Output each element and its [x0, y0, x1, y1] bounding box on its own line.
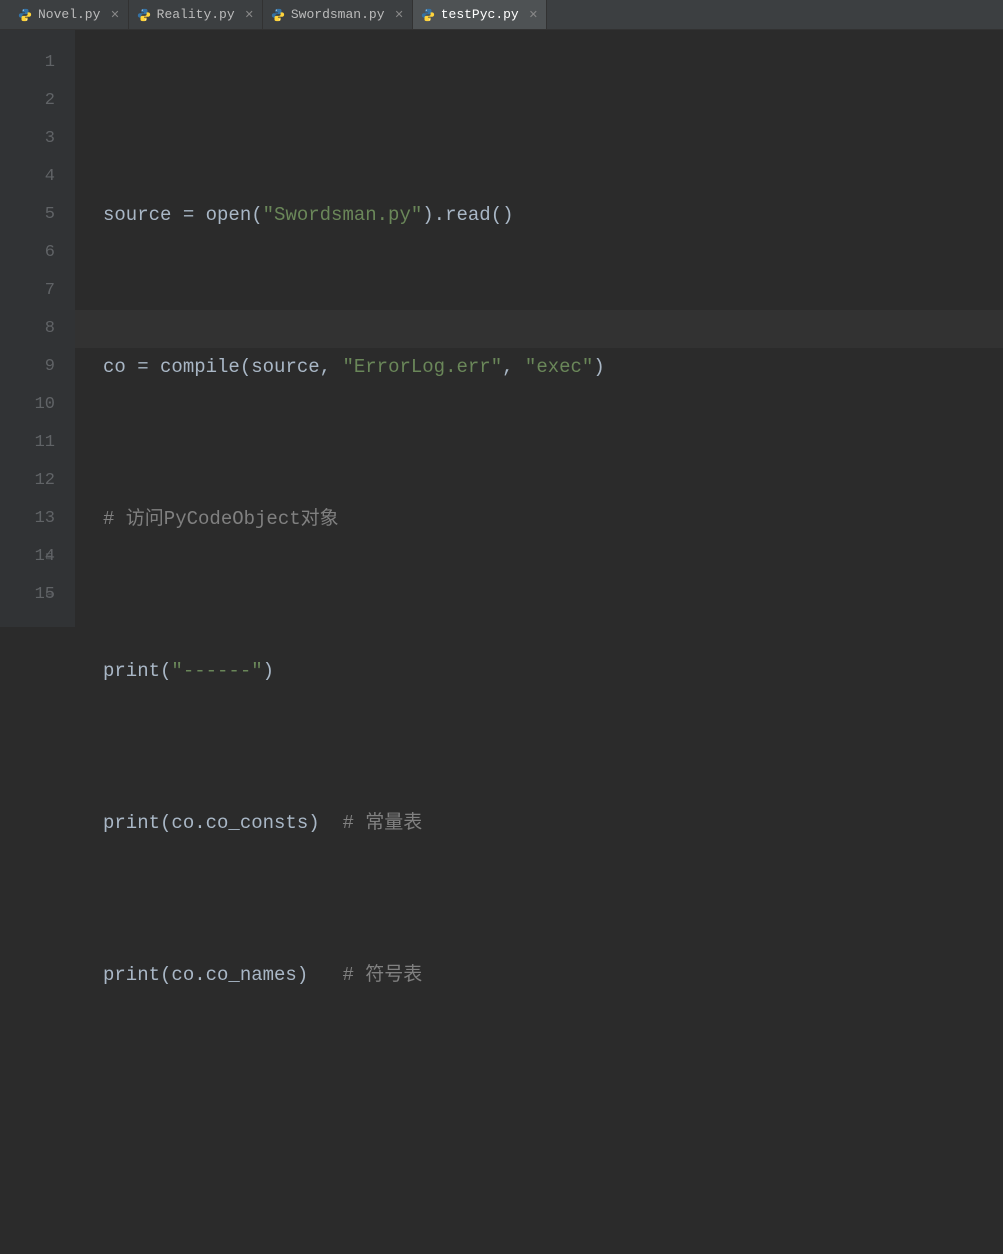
- tab-reality[interactable]: Reality.py ✕: [129, 0, 263, 29]
- line-number: 11: [0, 424, 55, 462]
- code-text: ): [593, 348, 604, 386]
- line-number: 7: [0, 272, 55, 310]
- code-text: "exec": [525, 348, 593, 386]
- python-file-icon: [421, 8, 435, 22]
- code-comment: # 访问PyCodeObject对象: [103, 500, 339, 538]
- code-text: print: [103, 652, 160, 690]
- code-editor[interactable]: source = open("Swordsman.py").read() co …: [75, 30, 1003, 627]
- tab-label: Reality.py: [157, 7, 235, 22]
- fold-icon[interactable]: ⊟: [45, 538, 53, 576]
- line-number: 2: [0, 82, 55, 120]
- python-file-icon: [271, 8, 285, 22]
- line-number: 13: [0, 500, 55, 538]
- line-number: 3: [0, 120, 55, 158]
- code-text: (: [251, 196, 262, 234]
- line-number: 15⊟: [0, 576, 55, 614]
- tab-label: Swordsman.py: [291, 7, 385, 22]
- line-number: 9: [0, 348, 55, 386]
- code-text: print: [103, 956, 160, 994]
- close-icon[interactable]: ✕: [529, 8, 538, 22]
- line-number: 12: [0, 462, 55, 500]
- code-text: co =: [103, 348, 160, 386]
- line-number: 5: [0, 196, 55, 234]
- code-text: open: [206, 196, 252, 234]
- close-icon[interactable]: ✕: [110, 8, 119, 22]
- python-file-icon: [137, 8, 151, 22]
- tab-swordsman[interactable]: Swordsman.py ✕: [263, 0, 413, 29]
- close-icon[interactable]: ✕: [245, 8, 254, 22]
- python-file-icon: [18, 8, 32, 22]
- code-text: (source,: [240, 348, 343, 386]
- code-text: (co.co_names): [160, 956, 342, 994]
- tab-label: Novel.py: [38, 7, 100, 22]
- line-number: 6: [0, 234, 55, 272]
- code-text: (co.co_consts): [160, 804, 342, 842]
- code-comment: # 常量表: [342, 804, 422, 842]
- line-number: 1: [0, 44, 55, 82]
- line-number-gutter: 1 2 3 4 5 6 7 8 9 10 11 12 13 14⊟ 15⊟: [0, 30, 75, 627]
- editor-body: 1 2 3 4 5 6 7 8 9 10 11 12 13 14⊟ 15⊟ so…: [0, 30, 1003, 627]
- close-icon[interactable]: ✕: [395, 8, 404, 22]
- tab-testpyc[interactable]: testPyc.py ✕: [413, 0, 547, 29]
- code-comment: # 符号表: [342, 956, 422, 994]
- code-text: compile: [160, 348, 240, 386]
- editor-tabs: Novel.py ✕ Reality.py ✕ Swordsman.py ✕ t…: [0, 0, 1003, 30]
- code-text: source =: [103, 196, 206, 234]
- code-text: ): [263, 652, 274, 690]
- line-number: 14⊟: [0, 538, 55, 576]
- fold-icon[interactable]: ⊟: [45, 576, 53, 614]
- code-text: print: [103, 804, 160, 842]
- current-line-highlight: [75, 310, 1003, 348]
- line-number: 10: [0, 386, 55, 424]
- code-text: "Swordsman.py": [263, 196, 423, 234]
- line-number: 8: [0, 310, 55, 348]
- line-number: 4: [0, 158, 55, 196]
- tab-label: testPyc.py: [441, 7, 519, 22]
- code-text: ).read(): [422, 196, 513, 234]
- code-text: ,: [502, 348, 525, 386]
- code-text: "------": [171, 652, 262, 690]
- code-text: (: [160, 652, 171, 690]
- code-text: "ErrorLog.err": [342, 348, 502, 386]
- tab-novel[interactable]: Novel.py ✕: [10, 0, 129, 29]
